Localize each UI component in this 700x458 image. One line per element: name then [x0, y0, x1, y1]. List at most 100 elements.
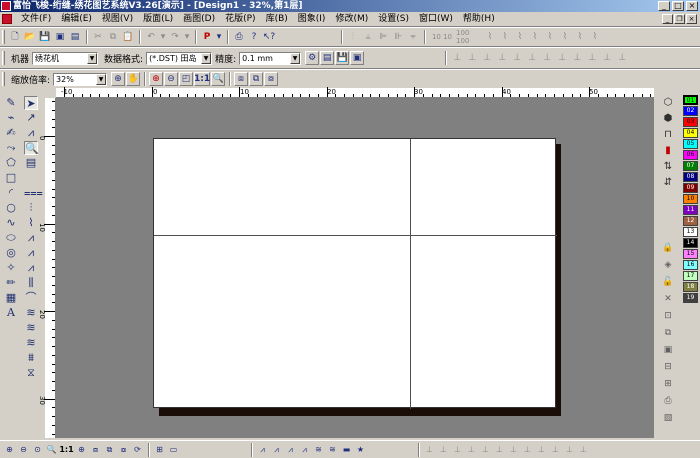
wave-stitch-icon[interactable]: ≋ — [24, 306, 38, 320]
help-icon[interactable]: ? — [247, 30, 261, 44]
layer-copy-icon[interactable]: ⧉ — [661, 326, 675, 340]
stitch-type-6-icon[interactable]: ≋ — [326, 443, 339, 456]
design-canvas[interactable] — [56, 98, 654, 438]
zoom-fit-icon[interactable]: 🔍 — [211, 72, 226, 86]
stitch-tool-7-icon[interactable]: ⊥ — [540, 51, 554, 65]
color-swatch[interactable]: 09 — [683, 183, 698, 193]
view-stitch-icon[interactable]: ⊞ — [153, 443, 166, 456]
zoom-out-icon[interactable]: ⊖ — [164, 72, 179, 86]
align-right-icon[interactable]: ⊪ — [391, 30, 405, 44]
color-swatch[interactable]: 19 — [683, 293, 698, 303]
node-tool-icon[interactable]: ⌁ — [4, 111, 18, 125]
vertical-ruler[interactable]: 0 10 20 30 — [38, 98, 56, 438]
menu-settings[interactable]: 设置(S) — [373, 12, 414, 26]
precision-select[interactable]: 0.1 mm ▼ — [239, 51, 302, 65]
fill8-icon[interactable]: ⌇ — [588, 30, 602, 44]
document-menu-icon[interactable] — [2, 14, 12, 24]
menu-file[interactable]: 文件(F) — [16, 12, 56, 26]
zoom-previous-icon[interactable]: ⊙ — [31, 443, 44, 456]
format-select[interactable]: (*.DST) 田岛 ▼ — [146, 51, 213, 65]
column-stitch-icon[interactable]: ⫼ — [24, 276, 38, 290]
chevron-down-icon[interactable]: ▼ — [87, 52, 98, 64]
stitch-tool-9-icon[interactable]: ⊥ — [570, 51, 584, 65]
stitch-type-1-icon[interactable]: ⩘ — [256, 443, 269, 456]
layer-lock-icon[interactable]: ⊡ — [661, 309, 675, 323]
zoom-out-icon[interactable]: ⊖ — [17, 443, 30, 456]
menu-library[interactable]: 库(B) — [261, 12, 293, 26]
star-tool-icon[interactable]: ✧ — [4, 261, 18, 275]
edit-tool-2-icon[interactable]: ⊥ — [437, 443, 450, 456]
chevron-down-icon[interactable]: ▼ — [96, 73, 107, 85]
rectangle-tool-icon[interactable]: □ — [4, 171, 18, 185]
chevron-down-icon[interactable]: ▼ — [201, 52, 212, 64]
spiral-tool-icon[interactable]: ◎ — [4, 246, 18, 260]
satin-stitch-icon[interactable]: ⩘ — [24, 126, 38, 140]
zoom-magnify-icon[interactable]: 🔍 — [45, 443, 58, 456]
edit-tool-10-icon[interactable]: ⊥ — [549, 443, 562, 456]
freehand-icon[interactable]: ✍ — [4, 126, 18, 140]
stitch-type-3-icon[interactable]: ⩘ — [284, 443, 297, 456]
cross-stitch-icon[interactable]: ⩩ — [24, 351, 38, 365]
edit-tool-12-icon[interactable]: ⊥ — [577, 443, 590, 456]
save-all-icon[interactable]: ▣ — [53, 30, 67, 44]
edit-tool-4-icon[interactable]: ⊥ — [465, 443, 478, 456]
menu-layout[interactable]: 版面(L) — [138, 12, 178, 26]
layer-icon[interactable]: ◈ — [661, 258, 675, 272]
edit-tool-3-icon[interactable]: ⊥ — [451, 443, 464, 456]
edit-tool-11-icon[interactable]: ⊥ — [563, 443, 576, 456]
eraser-icon[interactable]: ▤ — [24, 156, 38, 170]
text-tool-icon[interactable]: A — [4, 306, 18, 320]
stitch-tool-8-icon[interactable]: ⊥ — [555, 51, 569, 65]
zoom-all-icon[interactable]: ⧉ — [249, 72, 264, 86]
color-swatch[interactable]: 03 — [683, 117, 698, 127]
menu-modify[interactable]: 修改(M) — [330, 12, 373, 26]
pan-hand-icon[interactable]: ✋ — [126, 72, 141, 86]
align-bottom-icon[interactable]: ⫧ — [406, 30, 420, 44]
zoom-page-icon[interactable]: ⧈ — [234, 72, 249, 86]
color-swatch[interactable]: 07 — [683, 161, 698, 171]
stitch-tool-1-icon[interactable]: ⊥ — [450, 51, 464, 65]
mdi-restore-button[interactable]: ❐ — [674, 14, 685, 24]
wave-stitch-3-icon[interactable]: ≋ — [24, 336, 38, 350]
hoop-rect-icon[interactable]: ⬢ — [661, 112, 675, 126]
align-icon[interactable]: ⫶ — [346, 30, 360, 44]
layer-print-icon[interactable]: ⎙ — [661, 394, 675, 408]
color-swatch[interactable]: 18 — [683, 282, 698, 292]
mdi-minimize-button[interactable]: _ — [662, 14, 673, 24]
export-icon[interactable]: ▤ — [68, 30, 82, 44]
zoom-select[interactable]: 32% ▼ — [53, 72, 108, 86]
machine-disk-icon[interactable]: ▣ — [350, 51, 365, 65]
stitch-tool-3-icon[interactable]: ⊥ — [480, 51, 494, 65]
zigzag-stitch-2-icon[interactable]: ⩘ — [24, 246, 38, 260]
maximize-button[interactable]: □ — [672, 1, 684, 11]
zoom-window-icon[interactable]: ⊕ — [111, 72, 126, 86]
color-swatch[interactable]: 11 — [683, 205, 698, 215]
stitch-tool-12-icon[interactable]: ⊥ — [615, 51, 629, 65]
stitch-type-4-icon[interactable]: ⩘ — [298, 443, 311, 456]
color-swatch[interactable]: 08 — [683, 172, 698, 182]
polygon-tool-icon[interactable]: ⬠ — [4, 156, 18, 170]
stitch-type-5-icon[interactable]: ≋ — [312, 443, 325, 456]
menu-edit[interactable]: 编辑(E) — [56, 12, 97, 26]
design-page[interactable] — [153, 138, 557, 409]
circle-tool-icon[interactable]: ○ — [4, 201, 18, 215]
sequence-icon[interactable]: ⇅ — [661, 160, 675, 174]
horizontal-ruler[interactable]: -10 0 10 20 30 40 50 — [56, 87, 654, 98]
layer-image-icon[interactable]: ▧ — [661, 411, 675, 425]
color-swatch[interactable]: 04 — [683, 128, 698, 138]
node-edit-icon[interactable]: ↗ — [24, 111, 38, 125]
zoom-page-icon[interactable]: ⧈ — [89, 443, 102, 456]
zigzag-stitch-icon[interactable]: ⩘ — [24, 231, 38, 245]
stitch-10-icon[interactable]: 10 10 — [429, 30, 455, 44]
machine-settings-icon[interactable]: ⚙ — [305, 51, 320, 65]
undo-dropdown-icon[interactable]: ▾ — [159, 30, 167, 44]
stitch-type-2-icon[interactable]: ⩘ — [270, 443, 283, 456]
stitch-tool-10-icon[interactable]: ⊥ — [585, 51, 599, 65]
layer-show-icon[interactable]: ⊞ — [661, 377, 675, 391]
menu-view[interactable]: 视图(V) — [97, 12, 138, 26]
unlock-icon[interactable]: 🔓 — [661, 275, 675, 289]
zoom-in-icon[interactable]: ⊕ — [3, 443, 16, 456]
fill4-icon[interactable]: ⌇ — [528, 30, 542, 44]
edit-tool-8-icon[interactable]: ⊥ — [521, 443, 534, 456]
fill-icon[interactable]: ⌇ — [483, 30, 497, 44]
